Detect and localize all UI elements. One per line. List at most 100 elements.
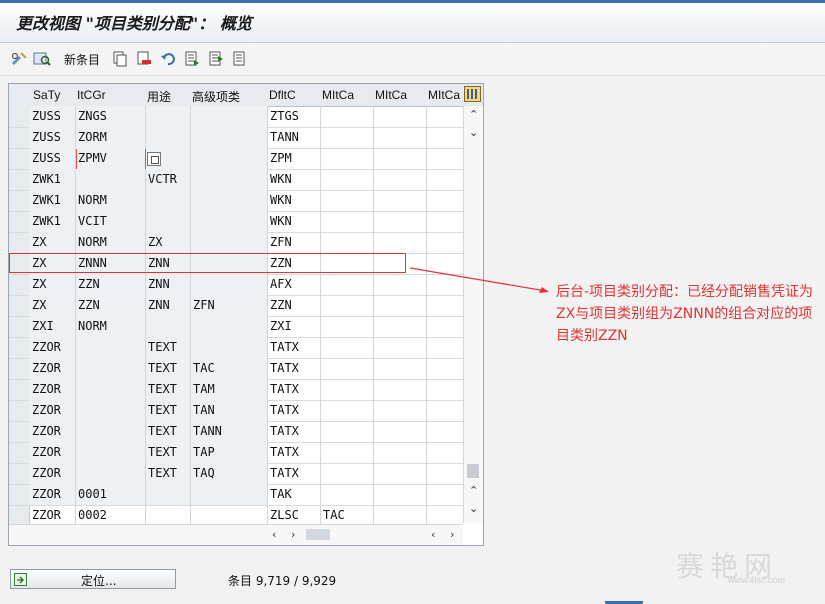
table-cell[interactable] [320, 169, 373, 190]
table-cell[interactable] [373, 337, 426, 358]
column-header-itcgr[interactable]: ItCGr [77, 88, 106, 102]
table-cell[interactable]: VCIT [75, 211, 145, 232]
table-cell[interactable]: ZXI [267, 316, 320, 337]
table-cell[interactable]: ZORM [75, 127, 145, 148]
table-row[interactable]: ZUSS ZNGS ZTGS [9, 106, 463, 128]
table-cell[interactable]: NORM [75, 232, 145, 253]
table-cell[interactable] [426, 232, 463, 253]
table-cell[interactable]: TATX [267, 379, 320, 400]
column-header-mitca-2[interactable]: MItCa [375, 88, 407, 102]
table-cell[interactable] [426, 106, 463, 127]
table-row[interactable]: ZZOR TEXT TAM TATX [9, 379, 463, 401]
scroll-left-end-icon[interactable]: ‹ [431, 528, 435, 541]
table-row[interactable]: ZZOR TEXT TAC TATX [9, 358, 463, 380]
table-cell[interactable]: ZUSS [29, 127, 75, 148]
horizontal-scroll-thumb[interactable] [306, 529, 330, 540]
delete-icon[interactable] [136, 50, 152, 68]
table-cell[interactable]: ZTGS [267, 106, 320, 127]
table-cell[interactable] [320, 190, 373, 211]
table-cell[interactable]: ZZN [75, 274, 145, 295]
table-cell[interactable] [373, 211, 426, 232]
table-cell[interactable] [145, 316, 190, 337]
undo-icon[interactable] [160, 50, 176, 68]
table-cell[interactable] [75, 421, 145, 442]
table-cell[interactable]: ZX [29, 274, 75, 295]
table-cell[interactable]: ZWK1 [29, 190, 75, 211]
table-cell[interactable]: TATX [267, 463, 320, 484]
table-cell[interactable] [145, 127, 190, 148]
table-row[interactable]: ZX ZZN ZNN ZFN ZZN [9, 295, 463, 317]
table-cell[interactable] [75, 358, 145, 379]
table-cell[interactable] [190, 505, 267, 526]
table-cell[interactable] [426, 337, 463, 358]
column-header-higher-level-category[interactable]: 高级项类 [192, 88, 240, 105]
column-header-mitca-3[interactable]: MItCa [428, 88, 460, 102]
table-cell[interactable] [75, 463, 145, 484]
table-row[interactable]: ZUSS ZORM TANN [9, 127, 463, 149]
table-cell[interactable]: ZLSC [267, 505, 320, 526]
table-cell[interactable]: ZZOR [29, 337, 75, 358]
table-cell[interactable] [190, 190, 267, 211]
table-cell[interactable]: ZNN [145, 274, 190, 295]
table-cell[interactable] [426, 211, 463, 232]
table-cell[interactable]: ZX [29, 232, 75, 253]
table-cell[interactable] [145, 505, 190, 526]
table-cell[interactable] [190, 148, 267, 169]
table-cell[interactable]: ZWK1 [29, 169, 75, 190]
table-cell[interactable]: ZNGS [75, 106, 145, 127]
copy-as-icon[interactable] [112, 50, 128, 68]
table-cell[interactable] [190, 127, 267, 148]
new-entries-button[interactable]: 新条目 [62, 50, 102, 68]
table-cell[interactable] [320, 337, 373, 358]
vertical-scroll-thumb[interactable] [467, 464, 479, 478]
table-cell[interactable] [145, 211, 190, 232]
table-cell[interactable] [320, 232, 373, 253]
table-row[interactable]: ZZOR TEXT TAN TATX [9, 400, 463, 422]
table-cell[interactable]: TEXT [145, 421, 190, 442]
table-cell[interactable] [426, 127, 463, 148]
display-change-icon[interactable] [10, 50, 28, 68]
table-cell[interactable]: TATX [267, 442, 320, 463]
column-header-dfltc[interactable]: DfltC [269, 88, 296, 102]
table-cell[interactable] [426, 421, 463, 442]
table-cell[interactable] [320, 358, 373, 379]
select-all-icon[interactable] [184, 50, 200, 68]
table-cell[interactable]: TATX [267, 400, 320, 421]
table-cell[interactable]: TEXT [145, 337, 190, 358]
table-cell[interactable]: ZZOR [29, 421, 75, 442]
table-cell[interactable] [190, 274, 267, 295]
table-cell[interactable] [320, 106, 373, 127]
table-cell[interactable]: TATX [267, 337, 320, 358]
table-cell[interactable] [75, 169, 145, 190]
table-cell[interactable]: ZZOR [29, 379, 75, 400]
table-cell[interactable]: NORM [75, 190, 145, 211]
column-header-mitca-1[interactable]: MItCa [322, 88, 354, 102]
table-cell[interactable] [190, 232, 267, 253]
table-cell[interactable] [320, 463, 373, 484]
table-cell[interactable] [373, 316, 426, 337]
table-cell[interactable]: WKN [267, 190, 320, 211]
table-cell[interactable]: ZX [145, 232, 190, 253]
horizontal-scrollbar[interactable]: ‹ › ‹ › [9, 524, 463, 545]
table-cell[interactable] [426, 358, 463, 379]
table-cell[interactable] [373, 505, 426, 526]
table-cell[interactable] [320, 274, 373, 295]
table-cell[interactable] [75, 442, 145, 463]
table-cell[interactable] [373, 442, 426, 463]
table-row[interactable]: ZX NORM ZX ZFN [9, 232, 463, 254]
table-cell[interactable]: TATX [267, 421, 320, 442]
table-cell[interactable] [426, 148, 463, 169]
table-cell[interactable] [373, 190, 426, 211]
table-cell[interactable]: ZX [29, 295, 75, 316]
other-view-icon[interactable] [33, 50, 51, 68]
table-cell[interactable] [373, 463, 426, 484]
table-cell[interactable] [320, 421, 373, 442]
table-cell[interactable] [426, 442, 463, 463]
table-cell[interactable]: ZZOR [29, 442, 75, 463]
table-row[interactable]: ZX ZZN ZNN AFX [9, 274, 463, 296]
table-row[interactable]: ZWK1 NORM WKN [9, 190, 463, 212]
table-cell[interactable] [373, 295, 426, 316]
table-cell[interactable] [145, 106, 190, 127]
table-cell[interactable]: ZUSS [29, 148, 75, 169]
table-cell[interactable]: ZZOR [29, 358, 75, 379]
